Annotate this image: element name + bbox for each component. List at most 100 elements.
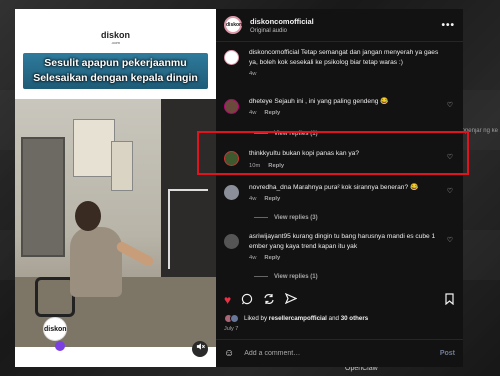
comment-username[interactable]: diskoncomofficial [249,49,299,56]
post-sidebar: diskon diskoncomofficial Original audio … [216,9,463,367]
reply-button[interactable]: Reply [264,255,280,261]
comment-body: thinkkyuItu bukan kopi panas kan ya? 10m… [249,149,439,169]
like-heart-icon[interactable]: ♥ [224,293,231,307]
liker-username[interactable]: resellercampofficial [269,315,327,322]
reply-button[interactable]: Reply [264,196,280,202]
view-replies-button[interactable]: View replies (1) [254,131,318,137]
comment-like-icon[interactable]: ♡ [447,236,453,244]
audio-label[interactable]: Original audio [250,28,441,34]
comment-item: novredha_dna Marahnya pura² kok sirannya… [216,183,463,202]
background-label-right: ppenjar ng ke [461,128,498,134]
comment-icon[interactable] [241,293,253,308]
comment-meta: 4w Reply [249,255,439,261]
scene-person-body [70,227,122,297]
scene-door [21,137,65,257]
comment-icon-svg [241,293,253,304]
likes-others-count[interactable]: 30 others [341,315,369,322]
comment-content: Itu bukan kopi panas kan ya? [273,150,359,157]
comment-time: 10m [249,163,261,169]
view-replies-button[interactable]: View replies (3) [254,215,318,221]
comments-list[interactable]: diskoncomofficial Tetap semangat dan jan… [216,42,463,287]
send-icon-svg [284,292,298,304]
emoji-icon[interactable]: ☺ [224,348,234,359]
comment-text: diskoncomofficial Tetap semangat dan jan… [249,48,439,68]
video-frame [15,99,216,347]
likes-summary: Liked by resellercampofficial and 30 oth… [224,314,368,323]
post-modal: diskon .com Sesulit apapun pekerjaanmu S… [15,9,463,367]
comment-meta: 4w Reply [249,196,439,202]
post-date[interactable]: July 7 [224,326,238,332]
comment-content: Sejauh ini , ini yang paling gendeng 😂 [274,98,389,105]
comment-meta: 4w [249,71,439,77]
comment-text: novredha_dna Marahnya pura² kok sirannya… [249,183,439,193]
media-caption-line1: Sesulit apapun pekerjaanmu [44,57,187,69]
comment-time: 4w [249,110,257,116]
scene-person-head [75,201,101,231]
author-meta: diskoncomofficial Original audio [250,17,441,34]
reply-button[interactable]: Reply [264,110,280,116]
scene-electrical-box [111,141,133,191]
likes-and: and [328,315,339,322]
scene-railing [168,189,208,269]
comment-body: diskoncomofficial Tetap semangat dan jan… [249,48,439,77]
scene-electrical-panel [73,119,115,177]
comment-username[interactable]: asriwijayant95 [249,233,291,240]
add-comment-bar: ☺ Post [216,339,463,367]
post-header: diskon diskoncomofficial Original audio … [216,9,463,42]
media-badge-icon [55,341,65,351]
bookmark-icon[interactable] [444,292,455,308]
comment-meta: 10m Reply [249,163,439,169]
comment-body: dheteye Sejauh ini , ini yang paling gen… [249,97,439,116]
comment-avatar[interactable] [224,234,239,249]
comment-text: dheteye Sejauh ini , ini yang paling gen… [249,97,439,107]
send-icon[interactable] [284,292,298,308]
comment-content: Marahnya pura² kok sirannya beneran? 😂 [293,184,419,191]
comment-avatar[interactable] [224,151,239,166]
bookmark-icon-svg [445,292,454,305]
comment-item: asriwijayant95 kurang dingin tu bang har… [216,232,463,261]
repost-icon-svg [264,293,274,304]
media-brand-logo: diskon .com [15,30,216,45]
view-replies-button[interactable]: View replies (1) [254,274,318,280]
media-corner-logo: diskon [43,317,67,341]
post-button[interactable]: Post [440,350,455,357]
post-media[interactable]: diskon .com Sesulit apapun pekerjaanmu S… [15,9,216,367]
speaker-muted-icon[interactable] [192,341,208,357]
author-avatar[interactable]: diskon [224,16,242,34]
media-brand-domain: .com [111,40,120,45]
comment-username[interactable]: novredha_dna [249,184,291,191]
more-options-icon[interactable]: ••• [441,20,455,31]
reply-button[interactable]: Reply [268,163,284,169]
media-caption: Sesulit apapun pekerjaanmu Selesaikan de… [23,53,208,89]
likes-text: Liked by resellercampofficial and 30 oth… [244,315,368,322]
comment-item-highlighted: thinkkyuItu bukan kopi panas kan ya? 10m… [216,149,463,169]
comment-body: novredha_dna Marahnya pura² kok sirannya… [249,183,439,202]
likes-prefix: Liked by [244,315,268,322]
comment-text: asriwijayant95 kurang dingin tu bang har… [249,232,439,252]
media-brand-name: diskon [100,30,130,40]
media-caption-line2: Selesaikan dengan kepala dingin [33,72,198,84]
comment-text: thinkkyuItu bukan kopi panas kan ya? [249,149,439,159]
comment-body: asriwijayant95 kurang dingin tu bang har… [249,232,439,261]
comment-like-icon[interactable]: ♡ [447,187,453,195]
comment-time: 4w [249,255,257,261]
comment-time: 4w [249,71,257,77]
post-actions-bar: ♥ [224,291,455,309]
scene-chair [35,277,75,317]
comment-username[interactable]: thinkkyu [249,150,273,157]
comment-like-icon[interactable]: ♡ [447,101,453,109]
repost-icon[interactable] [263,293,275,308]
comment-time: 4w [249,196,257,202]
comment-item: dheteye Sejauh ini , ini yang paling gen… [216,97,463,116]
speaker-muted-icon-svg [196,343,205,350]
comment-username[interactable]: dheteye [249,98,272,105]
comment-like-icon[interactable]: ♡ [447,153,453,161]
comment-avatar[interactable] [224,99,239,114]
comment-avatar[interactable] [224,50,239,65]
add-comment-input[interactable] [244,350,440,357]
liker-avatar[interactable] [230,314,239,323]
comment-meta: 4w Reply [249,110,439,116]
author-username[interactable]: diskoncomofficial [250,17,441,26]
comment-item: diskoncomofficial Tetap semangat dan jan… [216,48,463,77]
comment-avatar[interactable] [224,185,239,200]
